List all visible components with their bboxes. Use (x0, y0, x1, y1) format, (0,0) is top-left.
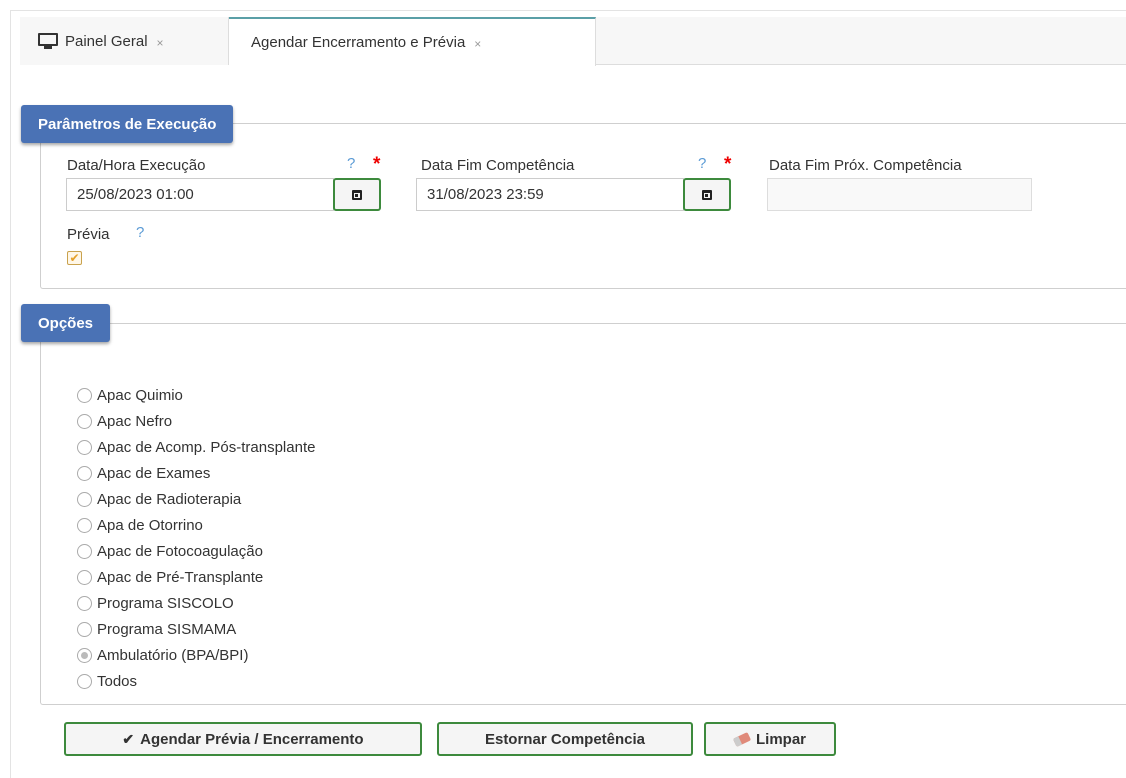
data-fim-prox-label: Data Fim Próx. Competência (769, 157, 962, 174)
radio-label: Programa SISCOLO (97, 594, 234, 612)
parametros-legend: Parâmetros de Execução (21, 105, 234, 143)
tab-label: Painel Geral (65, 32, 148, 50)
tab-painel-geral[interactable]: Painel Geral × (20, 17, 229, 65)
required-marker: * (724, 154, 732, 175)
radio-button[interactable] (77, 569, 92, 585)
tab-bar: Painel Geral × Agendar Encerramento e Pr… (20, 17, 1126, 66)
eraser-icon (732, 731, 752, 747)
data-fim-label: Data Fim Competência (421, 157, 575, 174)
radio-button[interactable] (77, 647, 92, 663)
previa-label: Prévia (67, 226, 110, 243)
radio-button[interactable] (77, 439, 92, 455)
data-fim-input[interactable]: 31/08/2023 23:59 (416, 178, 684, 211)
radio-label: Ambulatório (BPA/BPI) (97, 646, 249, 664)
tab-agendar-encerramento[interactable]: Agendar Encerramento e Prévia × (229, 17, 596, 66)
radio-option[interactable]: Apac de Exames (77, 460, 315, 486)
opcoes-radio-group: Apac Quimio Apac Nefro Apac de Acomp. Pós-… (77, 382, 315, 694)
radio-button[interactable] (77, 491, 92, 507)
radio-label: Apac Nefro (97, 412, 173, 430)
data-hora-label: Data/Hora Execução (67, 157, 206, 174)
calendar-button[interactable] (683, 178, 731, 211)
radio-label: Apac de Pré-Transplante (97, 568, 264, 586)
help-icon[interactable]: ? (136, 224, 144, 241)
radio-label: Apac de Exames (97, 464, 211, 482)
data-hora-input[interactable]: 25/08/2023 01:00 (66, 178, 334, 211)
radio-option[interactable]: Todos (77, 668, 315, 694)
required-marker: * (373, 154, 381, 175)
radio-label: Apac de Fotocoagulação (97, 542, 263, 560)
agendar-button[interactable]: ✔ Agendar Prévia / Encerramento (64, 722, 422, 756)
agendar-button-label: Agendar Prévia / Encerramento (140, 730, 364, 748)
previa-checkbox[interactable]: ✔ (67, 251, 82, 265)
radio-option[interactable]: Programa SISMAMA (77, 616, 315, 642)
data-fim-prox-input[interactable] (767, 178, 1032, 211)
radio-button[interactable] (77, 543, 92, 559)
radio-option[interactable]: Ambulatório (BPA/BPI) (77, 642, 315, 668)
calendar-icon (702, 189, 712, 200)
radio-button[interactable] (77, 387, 92, 403)
radio-option[interactable]: Apac de Acomp. Pós-transplante (77, 434, 315, 460)
opcoes-legend: Opções (21, 304, 111, 342)
radio-button[interactable] (77, 673, 92, 689)
tab-label: Agendar Encerramento e Prévia (251, 34, 466, 51)
radio-option[interactable]: Apac de Pré-Transplante (77, 564, 315, 590)
calendar-button[interactable] (333, 178, 381, 211)
calendar-icon (352, 189, 362, 200)
estornar-button-label: Estornar Competência (484, 730, 646, 748)
radio-label: Todos (97, 672, 138, 690)
radio-label: Apac de Acomp. Pós-transplante (97, 438, 316, 456)
radio-option[interactable]: Apac de Radioterapia (77, 486, 315, 512)
radio-button[interactable] (77, 413, 92, 429)
help-icon[interactable]: ? (347, 155, 355, 172)
help-icon[interactable]: ? (698, 155, 706, 172)
radio-button[interactable] (77, 465, 92, 481)
radio-label: Apa de Otorrino (97, 516, 203, 534)
radio-option[interactable]: Apac de Fotocoagulação (77, 538, 315, 564)
radio-option[interactable]: Apac Quimio (77, 382, 315, 408)
radio-label: Apac Quimio (97, 386, 183, 404)
monitor-icon (38, 33, 58, 49)
estornar-button[interactable]: Estornar Competência (437, 722, 693, 756)
radio-label: Programa SISMAMA (97, 620, 237, 638)
radio-option[interactable]: Apa de Otorrino (77, 512, 315, 538)
radio-button[interactable] (77, 595, 92, 611)
radio-option[interactable]: Apac Nefro (77, 408, 315, 434)
check-icon: ✔ (122, 730, 135, 747)
radio-button[interactable] (77, 621, 92, 637)
radio-button[interactable] (77, 517, 92, 533)
radio-label: Apac de Radioterapia (97, 490, 242, 508)
radio-option[interactable]: Programa SISCOLO (77, 590, 315, 616)
close-icon[interactable]: × (474, 37, 481, 51)
limpar-button[interactable]: Limpar (704, 722, 836, 756)
limpar-button-label: Limpar (755, 730, 806, 748)
close-icon[interactable]: × (157, 36, 164, 50)
